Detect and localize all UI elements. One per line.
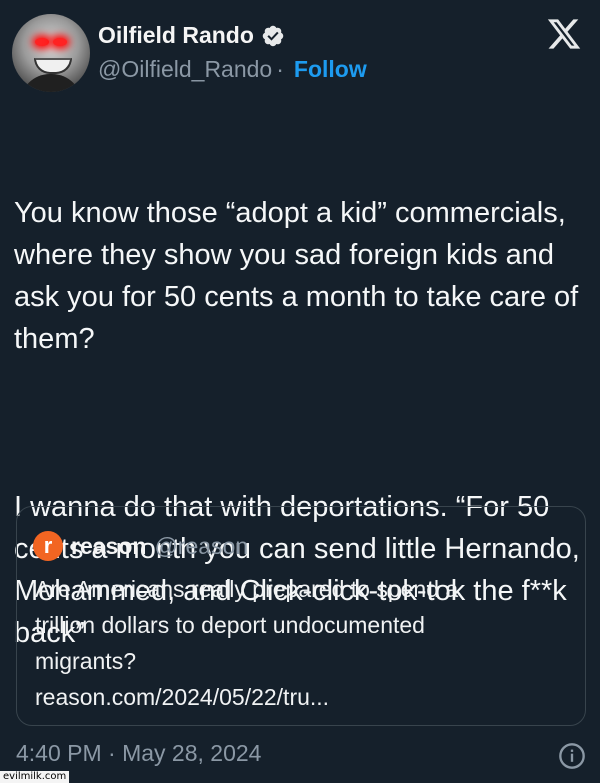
- quoted-text-line: Are Americans really prepared to spend a: [35, 576, 459, 602]
- author-display-name[interactable]: Oilfield Rando: [98, 22, 254, 49]
- tweet-timestamp[interactable]: 4:40 PM · May 28, 2024: [16, 740, 261, 767]
- author-handle[interactable]: @Oilfield_Rando: [98, 56, 272, 83]
- author-handle-row: @Oilfield_Rando · Follow: [98, 56, 367, 83]
- quoted-text-line: migrants?: [35, 648, 136, 674]
- verified-badge-icon: [262, 25, 284, 46]
- quoted-tweet-header: r reason @reason: [33, 531, 248, 561]
- info-icon[interactable]: [558, 742, 586, 770]
- quoted-tweet-text: Are Americans really prepared to spend a…: [35, 571, 575, 715]
- watermark: evilmilk.com: [0, 771, 70, 783]
- x-logo-icon[interactable]: [546, 16, 582, 52]
- quoted-text-line: trillion dollars to deport undocumented: [35, 612, 425, 638]
- quoted-link[interactable]: reason.com/2024/05/22/tru...: [35, 679, 575, 715]
- author-avatar[interactable]: [12, 14, 90, 92]
- tweet-header: Oilfield Rando @Oilfield_Rando · Follow: [12, 14, 588, 94]
- tweet-paragraph: You know those “adopt a kid” commercials…: [14, 197, 587, 355]
- reason-avatar: r: [33, 531, 63, 561]
- follow-button[interactable]: Follow: [294, 56, 367, 83]
- glowing-eye-right: [53, 38, 67, 46]
- quoted-tweet[interactable]: r reason @reason Are Americans really pr…: [16, 506, 586, 726]
- glowing-eye-left: [35, 38, 49, 46]
- quoted-author-name: reason: [71, 532, 147, 559]
- quoted-author-handle: @reason: [154, 532, 249, 559]
- tweet-card: Oilfield Rando @Oilfield_Rando · Follow …: [0, 0, 600, 783]
- author-name-row: Oilfield Rando: [98, 22, 285, 49]
- separator-dot: ·: [276, 56, 284, 82]
